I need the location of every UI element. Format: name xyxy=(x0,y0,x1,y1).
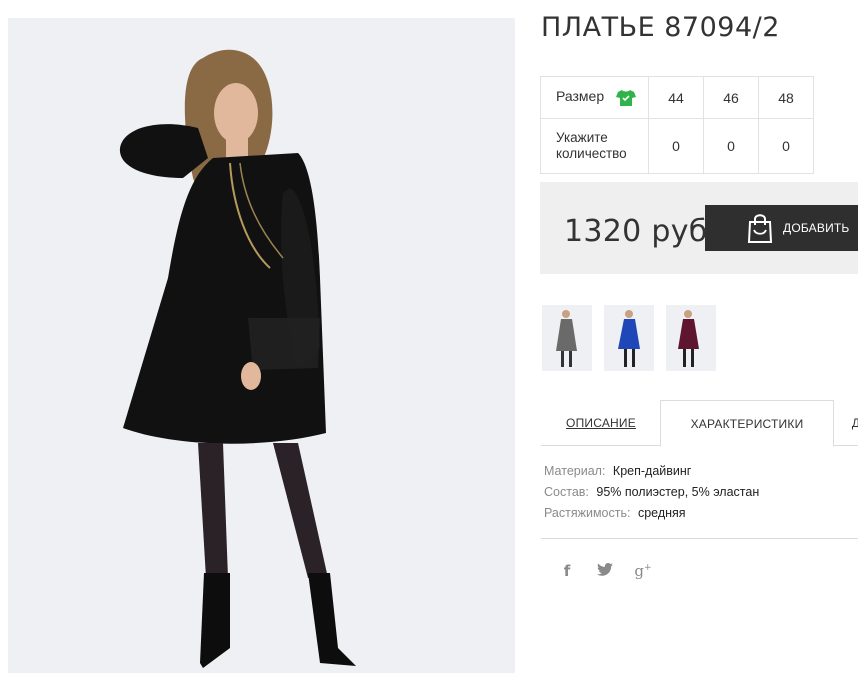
size-label-cell: Размер xyxy=(540,76,649,119)
tab-description[interactable]: ОПИСАНИЕ xyxy=(541,400,661,446)
model-in-black-dress-illustration xyxy=(8,18,515,673)
size-46: 46 xyxy=(703,76,759,119)
product-specs: Материал: Креп-дайвинг Состав: 95% полиэ… xyxy=(544,464,759,527)
google-plus-icon[interactable]: g+ xyxy=(633,562,653,580)
tab-description-label: ОПИСАНИЕ xyxy=(566,416,636,430)
spec-key: Состав: xyxy=(544,485,589,499)
spec-value: 95% полиэстер, 5% эластан xyxy=(596,485,760,499)
thumb-blue-dress[interactable] xyxy=(604,305,654,371)
size-48: 48 xyxy=(758,76,814,119)
thumb-gray-dress[interactable] xyxy=(542,305,592,371)
quantity-input-44[interactable]: 0 xyxy=(648,118,704,174)
product-price: 1320 руб xyxy=(564,214,708,249)
add-to-cart-button[interactable]: ДОБАВИТЬ xyxy=(705,205,858,251)
thumb-gray-dress-image xyxy=(542,305,592,371)
spec-material: Материал: Креп-дайвинг xyxy=(544,464,759,485)
thumb-burgundy-dress-image xyxy=(666,305,716,371)
spec-composition: Состав: 95% полиэстер, 5% эластан xyxy=(544,485,759,506)
thumb-burgundy-dress[interactable] xyxy=(666,305,716,371)
add-to-cart-label: ДОБАВИТЬ xyxy=(783,221,850,235)
product-main-image[interactable] xyxy=(8,18,515,673)
spec-stretch: Растяжимость: средняя xyxy=(544,506,759,527)
tshirt-icon[interactable] xyxy=(616,89,637,107)
facebook-icon[interactable]: f xyxy=(557,562,577,580)
quantity-input-48[interactable]: 0 xyxy=(758,118,814,174)
divider xyxy=(541,538,858,539)
spec-key: Материал: xyxy=(544,464,606,478)
thumb-blue-dress-image xyxy=(604,305,654,371)
quantity-label-line2: количество xyxy=(556,146,627,161)
size-quantity-table: Размер 44 46 48 Укажите количество 0 0 0 xyxy=(540,76,814,174)
quantity-row: Укажите количество 0 0 0 xyxy=(540,118,814,174)
spec-key: Растяжимость: xyxy=(544,506,631,520)
tab-characteristics[interactable]: ХАРАКТЕРИСТИКИ xyxy=(660,400,834,447)
spec-value: Креп-дайвинг xyxy=(612,464,692,478)
price-box: 1320 руб ДОБАВИТЬ xyxy=(540,182,858,274)
product-info-tabs: ОПИСАНИЕ ХАРАКТЕРИСТИКИ Д xyxy=(541,400,858,447)
twitter-icon[interactable] xyxy=(595,562,615,580)
product-title: ПЛАТЬЕ 87094/2 xyxy=(541,12,780,43)
shopping-bag-icon xyxy=(747,214,773,243)
social-share: f g+ xyxy=(557,562,653,580)
product-thumbnails xyxy=(542,305,716,371)
size-row: Размер 44 46 48 xyxy=(540,76,814,119)
tab-characteristics-label: ХАРАКТЕРИСТИКИ xyxy=(690,416,804,431)
quantity-input-46[interactable]: 0 xyxy=(703,118,759,174)
tab-partial-label: Д xyxy=(851,416,858,430)
quantity-label-cell: Укажите количество xyxy=(540,118,649,174)
size-label: Размер xyxy=(556,88,605,105)
quantity-label-line1: Укажите xyxy=(556,130,608,145)
tab-partial[interactable]: Д xyxy=(851,400,858,446)
spec-value: средняя xyxy=(637,506,686,520)
size-44: 44 xyxy=(648,76,704,119)
